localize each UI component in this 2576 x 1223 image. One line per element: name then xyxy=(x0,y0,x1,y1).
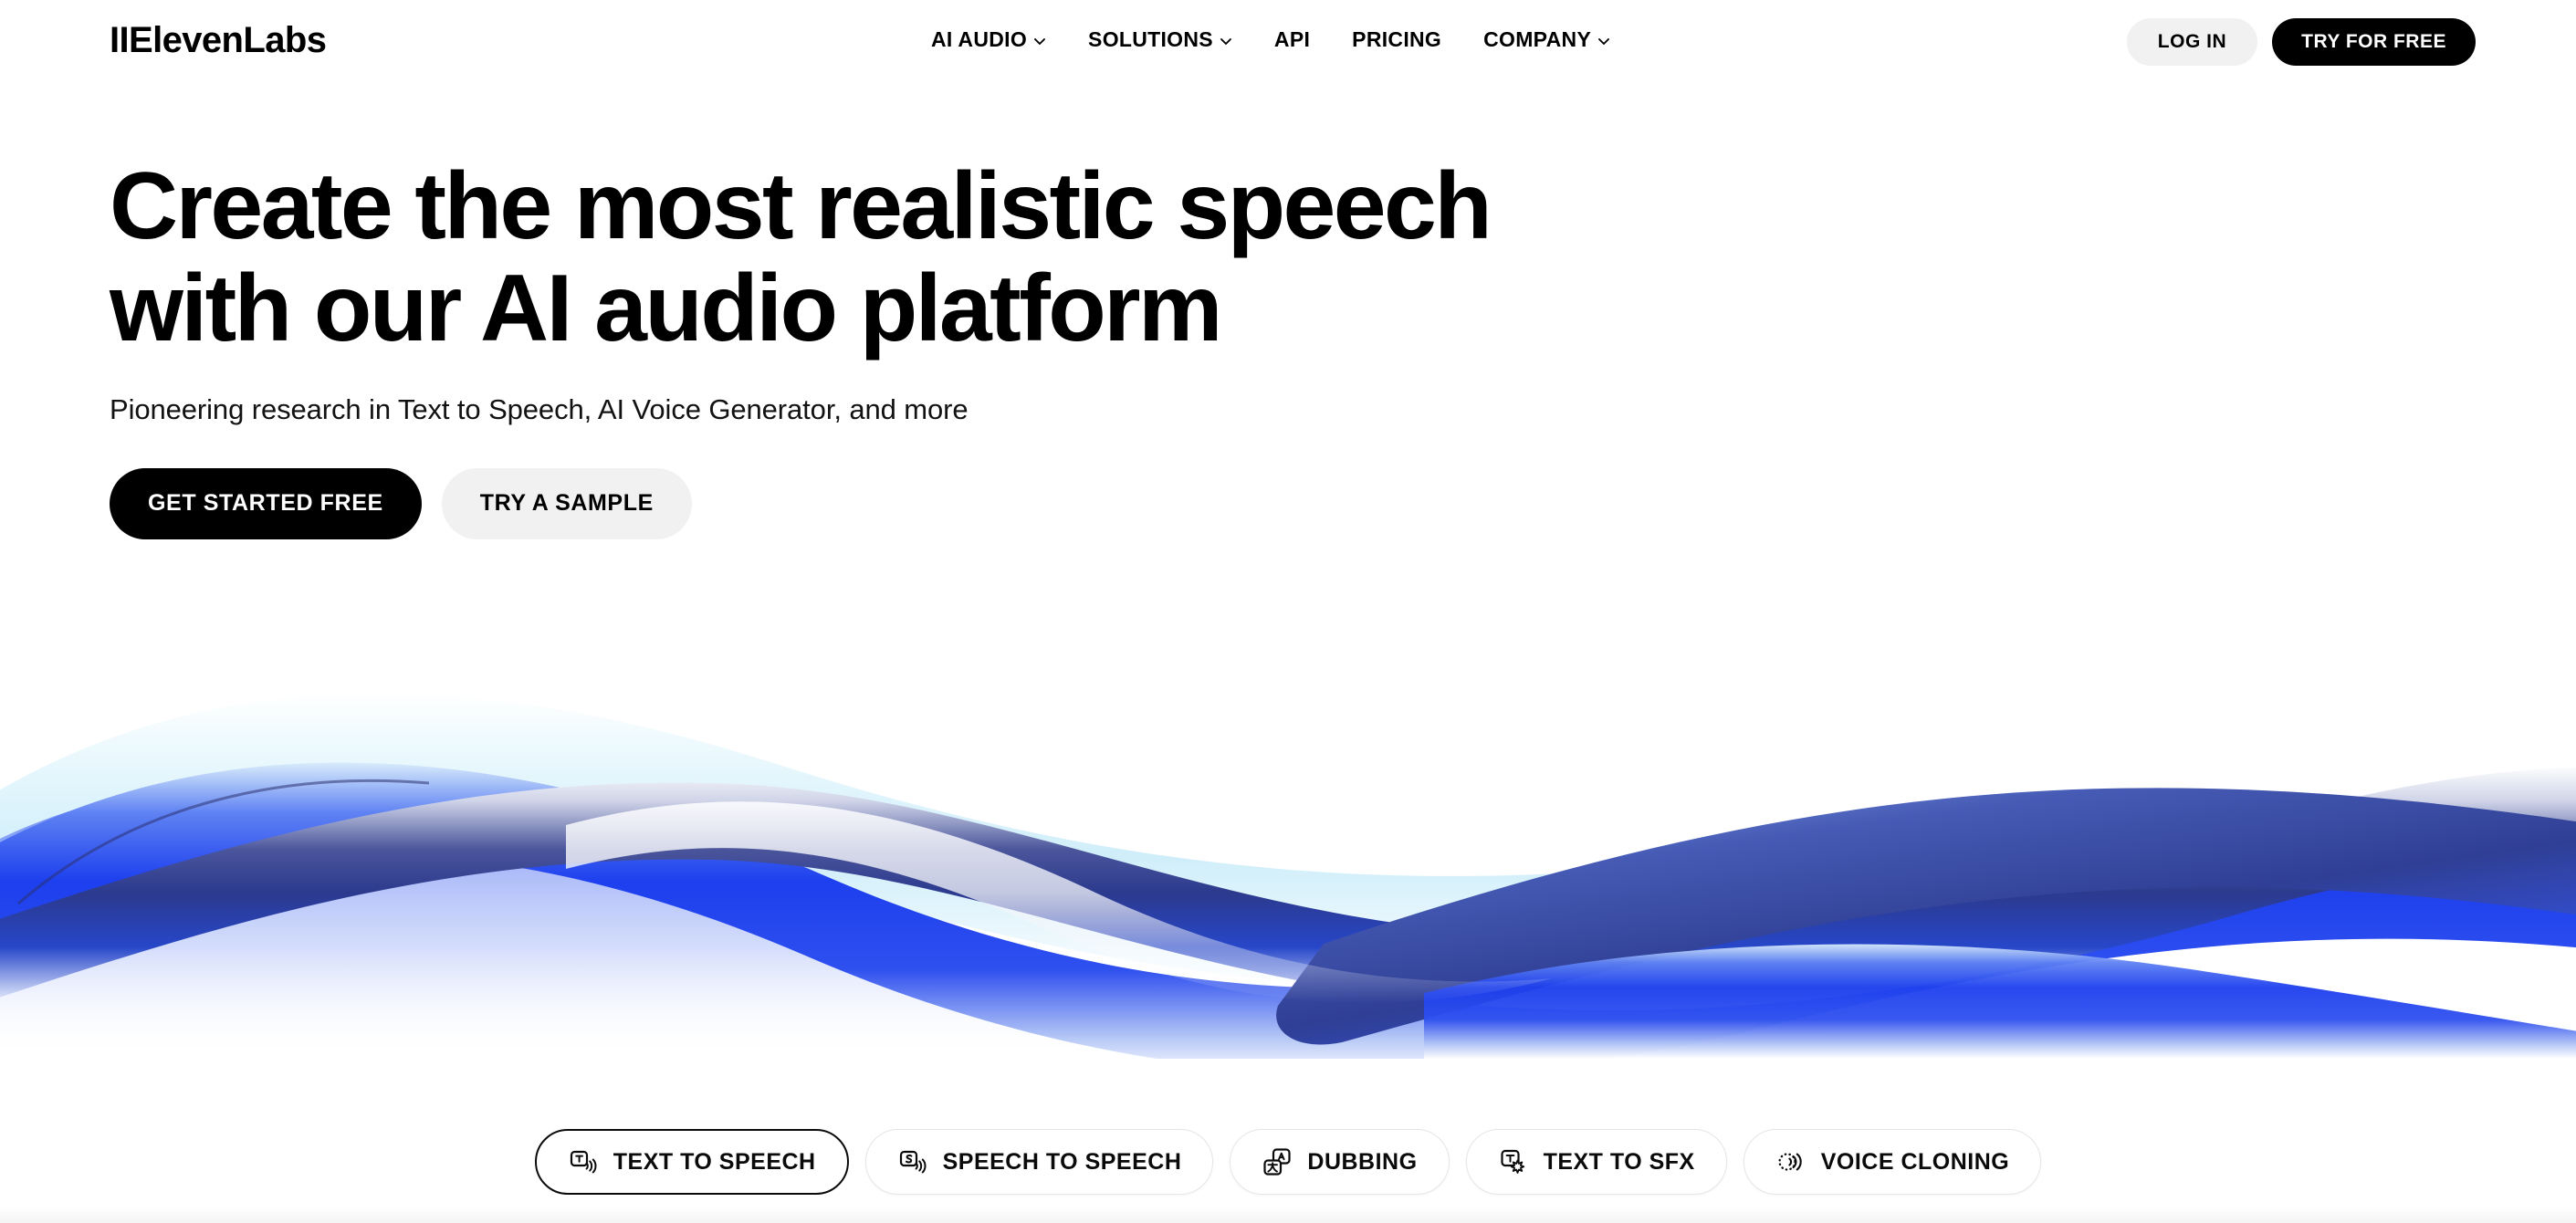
main-navigation: AI AUDIO SOLUTIONS API PRICING COMPANY xyxy=(931,27,1610,52)
page-title: Create the most realistic speech with ou… xyxy=(110,153,1492,362)
tab-label-voice-cloning: VOICE CLONING xyxy=(1820,1148,2010,1175)
log-in-button[interactable]: LOG IN xyxy=(2126,18,2258,66)
get-started-free-button[interactable]: GET STARTED FREE xyxy=(110,467,422,539)
dubbing-translate-icon xyxy=(1262,1146,1293,1177)
chevron-down-icon xyxy=(1220,35,1232,47)
tab-label-text-to-sfx: TEXT TO SFX xyxy=(1543,1148,1695,1175)
text-to-sfx-icon xyxy=(1498,1146,1529,1177)
tab-label-speech-to-speech: SPEECH TO SPEECH xyxy=(942,1148,1182,1175)
nav-item-solutions[interactable]: SOLUTIONS xyxy=(1088,27,1232,52)
hero-cta-row: GET STARTED FREE TRY A SAMPLE xyxy=(110,467,1490,539)
hero-section: Create the most realistic speech with ou… xyxy=(110,153,1492,539)
nav-item-company[interactable]: COMPANY xyxy=(1483,27,1610,52)
hero-subtitle: Pioneering research in Text to Speech, A… xyxy=(110,392,969,425)
nav-label-ai-audio: AI AUDIO xyxy=(931,27,1028,51)
text-to-speech-icon xyxy=(568,1146,599,1177)
audio-wave-graphic xyxy=(0,630,2576,1059)
tab-text-to-speech[interactable]: TEXT TO SPEECH xyxy=(534,1129,849,1195)
header-actions: LOG IN TRY FOR FREE xyxy=(2126,18,2476,66)
try-a-sample-button[interactable]: TRY A SAMPLE xyxy=(441,467,692,539)
brand-logo[interactable]: IIElevenLabs xyxy=(110,20,327,61)
chevron-down-icon xyxy=(1597,35,1610,47)
nav-label-api: API xyxy=(1273,27,1311,51)
tab-text-to-sfx[interactable]: TEXT TO SFX xyxy=(1465,1129,1727,1195)
tab-voice-cloning[interactable]: VOICE CLONING xyxy=(1743,1129,2042,1195)
tab-label-dubbing: DUBBING xyxy=(1307,1148,1418,1175)
nav-item-ai-audio[interactable]: AI AUDIO xyxy=(931,27,1046,52)
tab-dubbing[interactable]: DUBBING xyxy=(1230,1129,1450,1195)
page-bottom-divider xyxy=(0,1207,2576,1223)
speech-to-speech-icon xyxy=(897,1146,928,1177)
nav-item-pricing[interactable]: PRICING xyxy=(1352,27,1441,52)
nav-label-solutions: SOLUTIONS xyxy=(1088,27,1213,51)
nav-label-company: COMPANY xyxy=(1483,27,1592,51)
nav-item-api[interactable]: API xyxy=(1274,27,1310,52)
try-for-free-button[interactable]: TRY FOR FREE xyxy=(2272,18,2476,66)
chevron-down-icon xyxy=(1033,35,1046,47)
feature-tabs: TEXT TO SPEECH SPEECH TO SPEECH DUBBING … xyxy=(0,1129,2576,1195)
site-header: IIElevenLabs AI AUDIO SOLUTIONS API PRIC… xyxy=(0,0,2576,87)
tab-speech-to-speech[interactable]: SPEECH TO SPEECH xyxy=(864,1129,1214,1195)
voice-cloning-icon xyxy=(1775,1146,1806,1177)
tab-label-text-to-speech: TEXT TO SPEECH xyxy=(613,1148,816,1175)
nav-label-pricing: PRICING xyxy=(1352,27,1442,51)
page-root: IIElevenLabs AI AUDIO SOLUTIONS API PRIC… xyxy=(0,0,2576,1223)
